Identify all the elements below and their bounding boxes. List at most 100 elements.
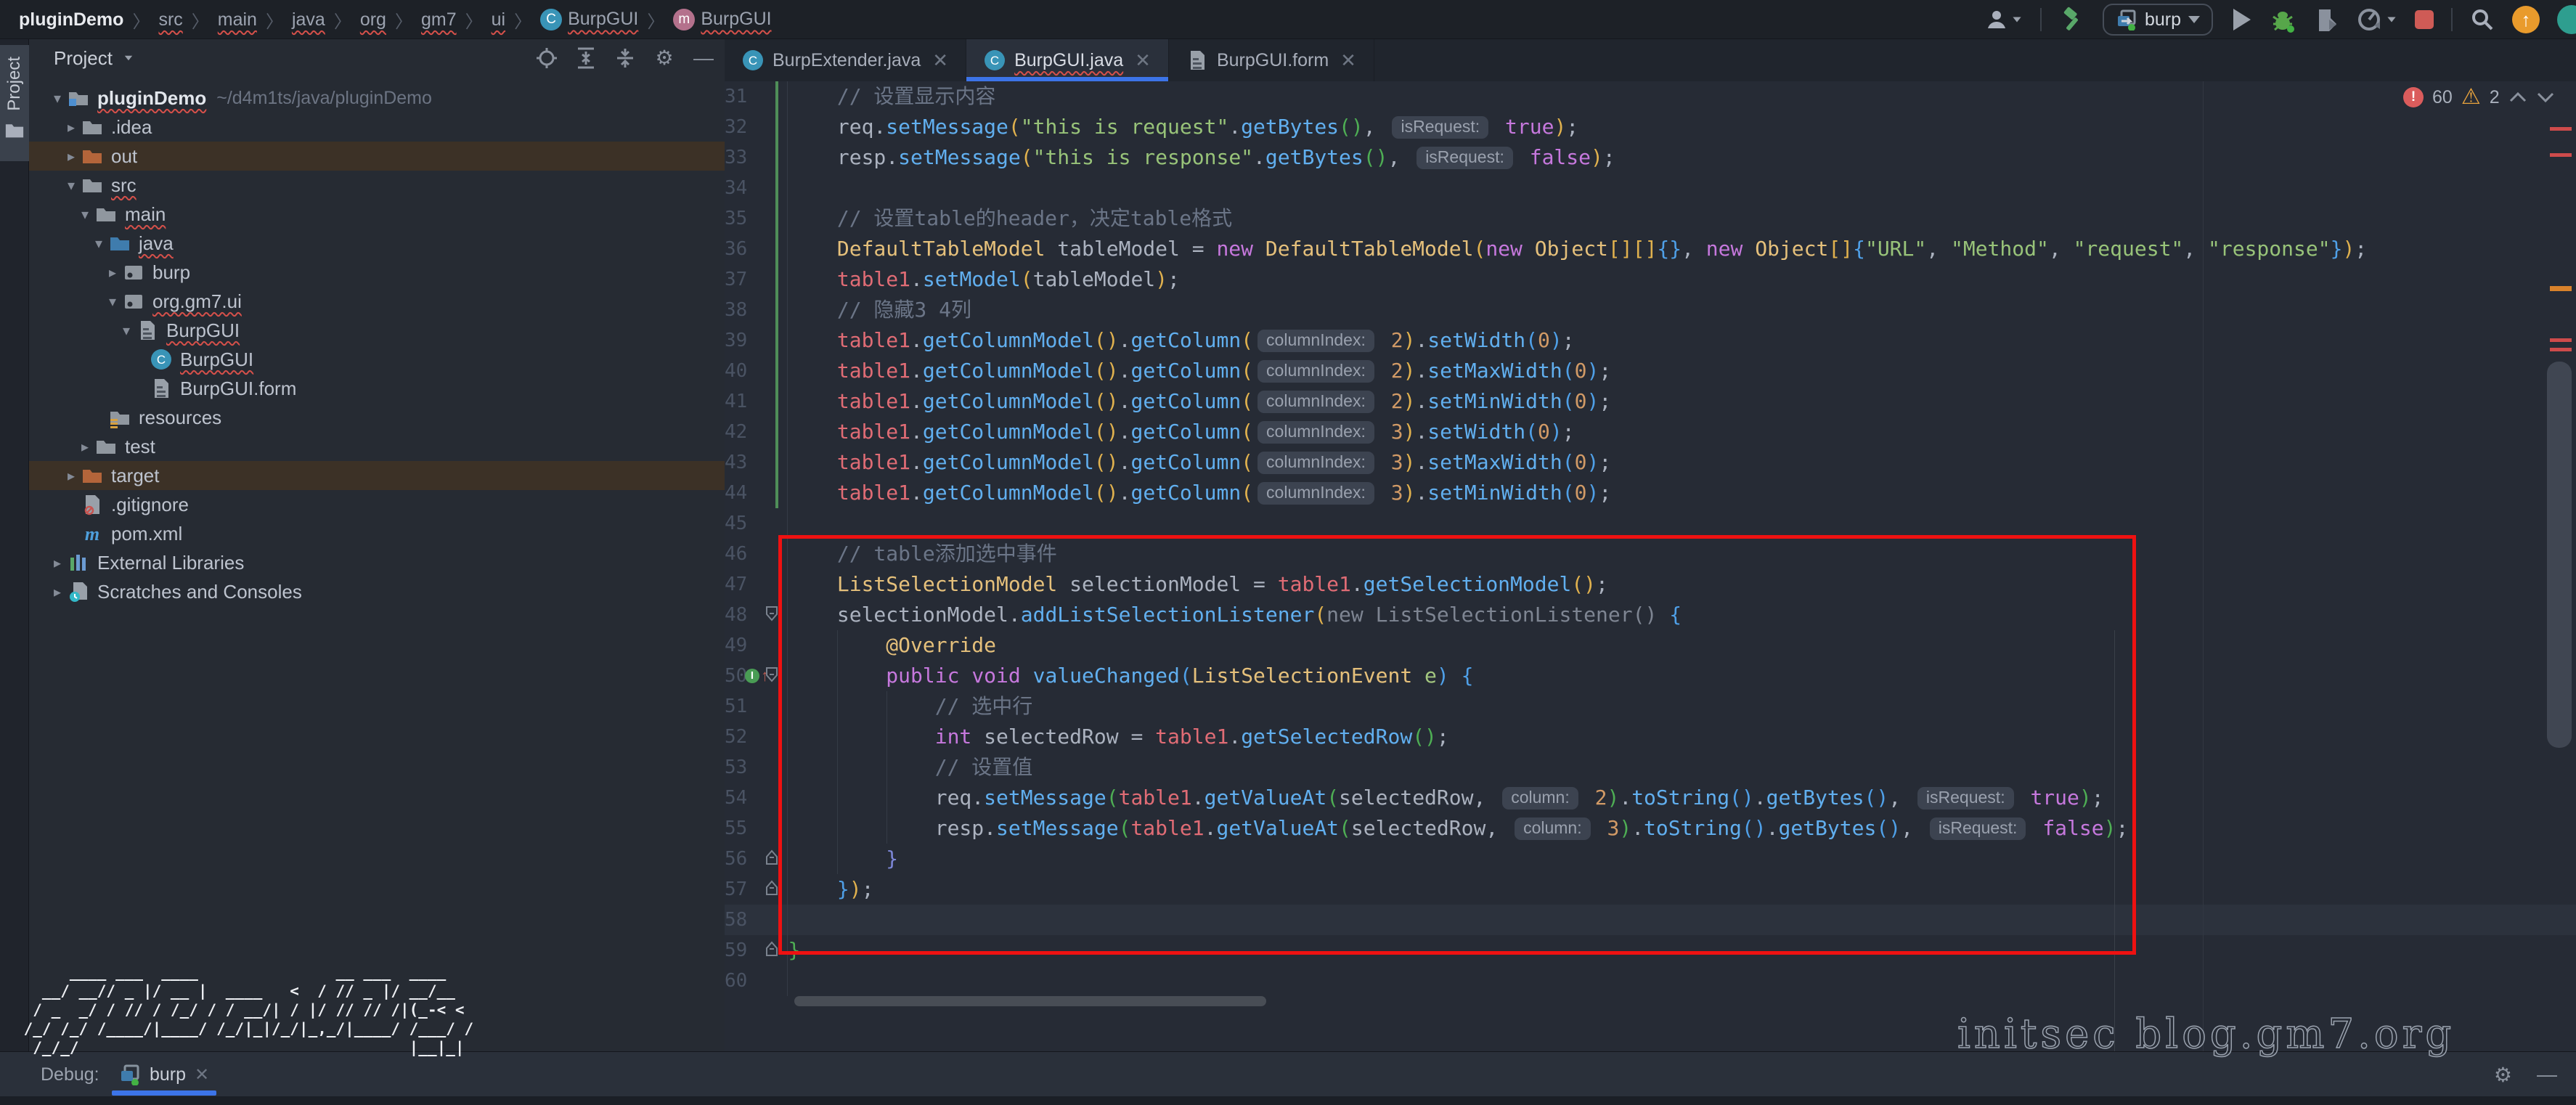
prev-problem-icon[interactable] <box>2508 91 2527 104</box>
run-configuration-select[interactable]: burp <box>2103 4 2213 36</box>
chevron-right-icon[interactable]: ▸ <box>105 264 121 282</box>
tree-item-main[interactable]: ▾main <box>29 200 725 229</box>
run-button[interactable] <box>2230 7 2252 32</box>
code-line-32[interactable]: 32 req.setMessage("this is request".getB… <box>725 112 2576 142</box>
settings-sync-badge[interactable] <box>2557 5 2576 34</box>
debug-bar-label: Debug: <box>41 1052 99 1097</box>
horizontal-scrollbar[interactable] <box>794 996 1266 1006</box>
code-line-43[interactable]: 43 table1.getColumnModel().getColumn(col… <box>725 447 2576 478</box>
svg-text:C: C <box>990 54 999 68</box>
expand-all-icon[interactable] <box>575 47 597 69</box>
tree-item-external-libraries[interactable]: ▸External Libraries <box>29 548 725 577</box>
tree-item--gitignore[interactable]: .gitignore <box>29 490 725 519</box>
close-icon[interactable]: ✕ <box>1340 49 1356 72</box>
tree-item-resources[interactable]: resources <box>29 403 725 432</box>
collapse-all-icon[interactable] <box>614 47 636 69</box>
breadcrumb-item-plugindemo[interactable]: pluginDemo <box>19 9 123 30</box>
code-line-33[interactable]: 33 resp.setMessage("this is response".ge… <box>725 142 2576 173</box>
chevron-down-icon[interactable]: ▾ <box>63 176 79 195</box>
profiler-button[interactable] <box>2357 7 2397 33</box>
chevron-right-icon[interactable]: ▸ <box>49 583 65 601</box>
tree-item-out[interactable]: ▸out <box>29 142 725 171</box>
stop-button[interactable] <box>2415 10 2434 29</box>
code-line-31[interactable]: 31 // 设置显示内容 <box>725 81 2576 112</box>
code-line-38[interactable]: 38 // 隐藏3 4列 <box>725 295 2576 325</box>
tree-item-label: target <box>111 465 160 487</box>
error-stripe-mark[interactable] <box>2550 338 2572 342</box>
tab-burpgui-java[interactable]: CBurpGUI.java✕ <box>966 39 1169 81</box>
tree-item-burpgui-form[interactable]: BurpGUI.form <box>29 374 725 403</box>
tree-item-pom-xml[interactable]: mpom.xml <box>29 519 725 548</box>
tree-item-scratches-and-consoles[interactable]: ▸Scratches and Consoles <box>29 577 725 606</box>
chevron-down-icon[interactable]: ▾ <box>118 322 134 340</box>
tool-stripe-project-button[interactable]: Project <box>0 45 29 161</box>
breadcrumb-item-src[interactable]: src <box>158 9 182 30</box>
code-line-42[interactable]: 42 table1.getColumnModel().getColumn(col… <box>725 417 2576 447</box>
error-icon: ! <box>2403 87 2424 107</box>
code-line-36[interactable]: 36 DefaultTableModel tableModel = new De… <box>725 234 2576 264</box>
code-line-45[interactable]: 45 <box>725 508 2576 539</box>
debug-button[interactable] <box>2270 6 2297 33</box>
code-line-44[interactable]: 44 table1.getColumnModel().getColumn(col… <box>725 478 2576 508</box>
project-view-title[interactable]: Project <box>54 47 113 70</box>
code-line-34[interactable]: 34 <box>725 173 2576 203</box>
tree-item--idea[interactable]: ▸.idea <box>29 113 725 142</box>
chevron-down-icon[interactable]: ▾ <box>49 89 65 107</box>
user-menu-button[interactable] <box>1985 8 2023 31</box>
hide-panel-icon[interactable]: — <box>2537 1063 2557 1086</box>
close-icon[interactable]: ✕ <box>195 1064 209 1085</box>
tree-item-burpgui[interactable]: ▾BurpGUI <box>29 316 725 345</box>
chevron-down-icon[interactable]: ▾ <box>105 293 121 311</box>
gear-icon[interactable]: ⚙ <box>653 47 675 69</box>
search-everywhere-button[interactable] <box>2470 7 2495 32</box>
code-line-39[interactable]: 39 table1.getColumnModel().getColumn(col… <box>725 325 2576 356</box>
code-text: table1.getColumnModel().getColumn(column… <box>739 356 1611 386</box>
code-line-40[interactable]: 40 table1.getColumnModel().getColumn(col… <box>725 356 2576 386</box>
chevron-right-icon[interactable]: ▸ <box>63 467 79 485</box>
tree-item-java[interactable]: ▾java <box>29 229 725 258</box>
chevron-right-icon[interactable]: ▸ <box>77 438 93 456</box>
gear-icon[interactable]: ⚙ <box>2494 1063 2512 1087</box>
debug-session-tab[interactable]: burp ✕ <box>102 1052 227 1097</box>
breadcrumb-item-org[interactable]: org <box>360 9 386 30</box>
build-button[interactable] <box>2059 7 2085 33</box>
tree-item-src[interactable]: ▾src <box>29 171 725 200</box>
tree-item-burp[interactable]: ▸burp <box>29 258 725 287</box>
tab-burpgui-form[interactable]: BurpGUI.form✕ <box>1169 39 1374 81</box>
tree-item-test[interactable]: ▸test <box>29 432 725 461</box>
error-stripe-mark[interactable] <box>2550 348 2572 351</box>
locate-icon[interactable] <box>536 47 558 69</box>
tree-item-org-gm7-ui[interactable]: ▾org.gm7.ui <box>29 287 725 316</box>
chevron-right-icon[interactable]: ▸ <box>63 118 79 136</box>
code-line-37[interactable]: 37 table1.setModel(tableModel); <box>725 264 2576 295</box>
coverage-button[interactable] <box>2315 7 2339 33</box>
tree-item-burpgui[interactable]: CBurpGUI <box>29 345 725 374</box>
close-icon[interactable]: ✕ <box>932 49 948 72</box>
breadcrumb-item-gm7[interactable]: gm7 <box>421 9 457 30</box>
chevron-down-icon[interactable]: ▾ <box>77 205 93 224</box>
breadcrumb-item-burpgui[interactable]: mBurpGUI <box>673 9 771 30</box>
error-stripe-mark[interactable] <box>2550 153 2572 157</box>
chevron-right-icon[interactable]: ▸ <box>49 554 65 572</box>
chevron-right-icon[interactable]: ▸ <box>63 147 79 166</box>
vertical-scrollbar-thumb[interactable] <box>2547 362 2572 748</box>
breadcrumb-item-java[interactable]: java <box>292 9 325 30</box>
warning-stripe-mark[interactable] <box>2550 286 2572 291</box>
ide-update-badge[interactable]: ↑ <box>2512 6 2540 33</box>
tab-burpextender-java[interactable]: CBurpExtender.java✕ <box>725 39 966 81</box>
breadcrumb-item-main[interactable]: main <box>218 9 257 30</box>
hide-panel-icon[interactable]: — <box>693 47 714 69</box>
code-line-60[interactable]: 60 <box>725 966 2576 996</box>
tree-item-target[interactable]: ▸ target <box>29 461 725 490</box>
error-stripe-mark[interactable] <box>2550 127 2572 131</box>
close-icon[interactable]: ✕ <box>1135 49 1151 72</box>
code-line-35[interactable]: 35 // 设置table的header，决定table格式 <box>725 203 2576 234</box>
breadcrumb-item-ui[interactable]: ui <box>492 9 505 30</box>
chevron-down-icon[interactable]: ▾ <box>91 235 107 253</box>
code-line-41[interactable]: 41 table1.getColumnModel().getColumn(col… <box>725 386 2576 417</box>
inspections-widget[interactable]: ! 60 ⚠ 2 <box>2403 83 2555 112</box>
next-problem-icon[interactable] <box>2536 91 2555 104</box>
file-ignore-icon <box>81 493 104 516</box>
breadcrumb-item-burpgui[interactable]: CBurpGUI <box>540 9 638 30</box>
tree-item-plugindemo[interactable]: ▾pluginDemo~/d4m1ts/java/pluginDemo <box>29 83 725 113</box>
